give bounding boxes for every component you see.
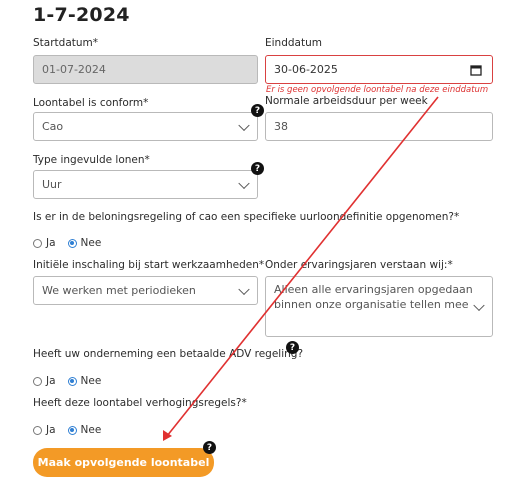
verhogingsregels-radio-group: Ja Nee	[33, 424, 101, 436]
type-lonen-label: Type ingevulde lonen*	[33, 154, 150, 166]
radio-ja-label: Ja	[46, 424, 56, 436]
loontabel-conform-select[interactable]: Cao	[33, 112, 258, 141]
help-icon[interactable]: ?	[251, 104, 264, 117]
help-icon[interactable]: ?	[203, 441, 216, 454]
startdatum-label: Startdatum*	[33, 37, 98, 49]
radio-nee-label: Nee	[80, 237, 102, 249]
ervaringsjaren-label: Onder ervaringsjaren verstaan wij:*	[265, 259, 453, 271]
startdatum-field: 01-07-2024	[33, 55, 258, 84]
adv-question: Heeft uw onderneming een betaalde ADV re…	[33, 348, 304, 360]
ervaringsjaren-select[interactable]: Alleen alle ervaringsjaren opgedaan binn…	[265, 276, 493, 337]
radio-nee-label: Nee	[80, 375, 102, 387]
radio-nee-label: Nee	[80, 424, 102, 436]
chevron-down-icon	[238, 177, 250, 189]
arbeidsduur-input[interactable]: 38	[265, 112, 493, 141]
ervaringsjaren-value-line2: binnen onze organisatie tellen mee	[274, 298, 469, 311]
adv-radio-group: Ja Nee	[33, 375, 101, 387]
radio-ja-label: Ja	[46, 237, 56, 249]
radio-nee[interactable]	[67, 238, 77, 248]
help-icon[interactable]: ?	[251, 162, 264, 175]
einddatum-error: Er is geen opvolgende loontabel na deze …	[266, 85, 489, 95]
calendar-icon[interactable]	[470, 64, 482, 76]
radio-nee[interactable]	[67, 376, 77, 386]
type-lonen-value: Uur	[42, 178, 62, 191]
inschaling-value: We werken met periodieken	[42, 284, 196, 297]
chevron-down-icon	[238, 283, 250, 295]
ervaringsjaren-value-line1: Alleen alle ervaringsjaren opgedaan	[274, 283, 473, 296]
inschaling-select[interactable]: We werken met periodieken	[33, 276, 258, 305]
radio-ja[interactable]	[33, 238, 42, 248]
chevron-down-icon	[238, 119, 250, 131]
uurloondefinitie-question: Is er in de beloningsregeling of cao een…	[33, 211, 460, 223]
help-icon[interactable]: ?	[286, 341, 299, 354]
page-title: 1-7-2024	[33, 4, 130, 26]
radio-ja[interactable]	[33, 425, 42, 435]
radio-ja-label: Ja	[46, 375, 56, 387]
einddatum-label: Einddatum	[265, 37, 322, 49]
verhogingsregels-question: Heeft deze loontabel verhogingsregels?*	[33, 397, 247, 409]
loontabel-conform-value: Cao	[42, 120, 64, 133]
einddatum-field[interactable]: 30-06-2025	[265, 55, 493, 84]
arbeidsduur-label: Normale arbeidsduur per week	[265, 95, 428, 107]
type-lonen-select[interactable]: Uur	[33, 170, 258, 199]
startdatum-value: 01-07-2024	[42, 63, 106, 76]
make-next-loontabel-button[interactable]: Maak opvolgende loontabel	[33, 448, 214, 477]
einddatum-value: 30-06-2025	[274, 63, 338, 76]
chevron-down-icon	[473, 299, 485, 311]
arbeidsduur-value: 38	[274, 120, 288, 133]
uurloondefinitie-radio-group: Ja Nee	[33, 237, 101, 249]
radio-ja[interactable]	[33, 376, 42, 386]
inschaling-label: Initiële inschaling bij start werkzaamhe…	[33, 259, 265, 271]
radio-nee[interactable]	[67, 425, 77, 435]
loontabel-conform-label: Loontabel is conform*	[33, 97, 149, 109]
